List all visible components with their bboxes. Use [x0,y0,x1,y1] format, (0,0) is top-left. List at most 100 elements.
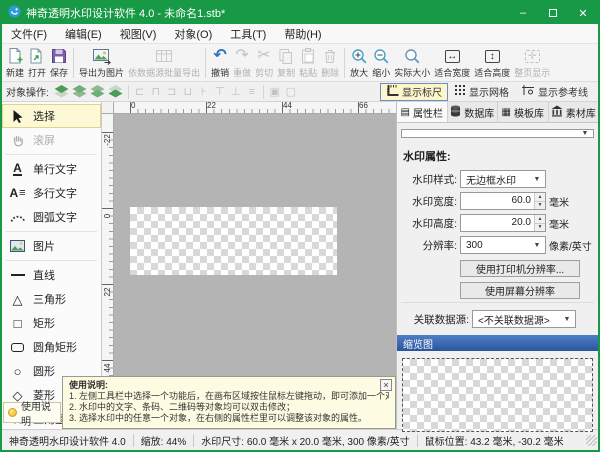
bring-to-front-button[interactable] [53,84,71,100]
send-to-back-button[interactable] [107,84,125,100]
save-button[interactable]: 保存 [48,45,70,81]
watermark-transparent-area[interactable] [130,207,337,275]
open-button[interactable]: 打开 [26,45,48,81]
object-selector-combo[interactable]: ▼ [401,129,594,138]
resize-grip[interactable] [586,435,597,446]
zoom-in-button[interactable]: 放大 [348,45,370,81]
datasource-combo[interactable]: <不关联数据源> ▼ [472,310,576,328]
status-zoom-level: 缩放: 44% [134,433,194,448]
tooltip-close-button[interactable]: × [380,379,392,391]
main-area: 选择 滚屏 A 单行文字 A≡ 多行文字 圆弧文字 图片 [2,102,598,429]
zoom-out-button[interactable]: 缩小 [370,45,392,81]
dpi-unit: 像素/英寸 [549,238,592,253]
use-screen-resolution-button[interactable]: 使用屏幕分辨率 [460,282,580,299]
menu-help[interactable]: 帮助(H) [275,24,330,43]
cut-button[interactable]: ✂ 剪切 [253,45,275,81]
tool-rounded-rectangle[interactable]: 圆角矩形 [2,335,101,359]
align-left-button[interactable]: ⊏ [132,85,148,98]
guides-icon [521,84,535,99]
ungroup-button[interactable]: ▢ [283,85,299,98]
distribute-horizontal-button[interactable]: ⊦ [196,85,212,98]
menu-object[interactable]: 对象(O) [165,24,221,43]
full-page-button[interactable]: ✛ 整页显示 [512,45,552,81]
send-backward-button[interactable] [89,84,107,100]
usage-help-button[interactable]: 使用说明 [3,402,61,423]
undo-icon: ↶ [213,47,226,66]
status-app-name: 神奇透明水印设计软件 4.0 [2,433,133,448]
bring-forward-button[interactable] [71,84,89,100]
show-grid-toggle[interactable]: 显示网格 [448,83,515,101]
tool-single-line-text[interactable]: A 单行文字 [2,157,101,181]
fit-width-button[interactable]: ↔ 适合宽度 [432,45,472,81]
actual-size-button[interactable]: 实际大小 [392,45,432,81]
spin-down-icon[interactable]: ▼ [535,224,545,232]
align-bottom-button[interactable]: ⊔ [180,85,196,98]
tool-image[interactable]: 图片 [2,234,101,258]
watermark-height-spinner[interactable]: 20.0 ▲ ▼ [460,214,546,232]
triangle-icon: △ [9,293,26,306]
align-center-button[interactable]: ⊓ [148,85,164,98]
tool-arc-text[interactable]: 圆弧文字 [2,205,101,229]
tool-select[interactable]: 选择 [2,104,101,128]
database-icon [450,105,461,120]
menubar: 文件(F) 编辑(E) 视图(V) 对象(O) 工具(T) 帮助(H) [2,24,598,44]
watermark-style-combo[interactable]: 无边框水印 ▼ [460,170,546,188]
show-guides-toggle[interactable]: 显示参考线 [515,83,594,101]
tool-multi-line-text[interactable]: A≡ 多行文字 [2,181,101,205]
spin-up-icon[interactable]: ▲ [535,193,545,202]
resolution-combo[interactable]: 300 ▼ [460,236,546,254]
spin-up-icon[interactable]: ▲ [535,215,545,224]
window-title: 神奇透明水印设计软件 4.0 - 未命名1.stb* [26,5,508,21]
menu-tools[interactable]: 工具(T) [221,24,275,43]
tab-materials[interactable]: 素材库 [549,102,599,122]
delete-button[interactable]: 删除 [319,45,341,81]
menu-edit[interactable]: 编辑(E) [56,24,111,43]
maximize-icon [549,9,557,17]
show-ruler-toggle[interactable]: 显示标尺 [380,83,448,101]
tab-templates[interactable]: ▦ 模板库 [498,102,549,122]
status-mouse-position: 鼠标位置: 43.2 毫米, -30.2 毫米 [418,433,571,448]
tool-pan[interactable]: 滚屏 [2,128,101,152]
fit-height-button[interactable]: ↕ 适合高度 [472,45,512,81]
properties-panel: ▤ 属性栏 数据库 ▦ 模板库 素材库 ▼ [396,102,598,429]
tab-properties[interactable]: ▤ 属性栏 [397,102,448,122]
copy-button[interactable]: 复制 [275,45,297,81]
align-right-button[interactable]: ⊐ [164,85,180,98]
menu-view[interactable]: 视图(V) [111,24,166,43]
paste-button[interactable]: 粘贴 [297,45,319,81]
undo-button[interactable]: ↶ 撤销 [209,45,231,81]
watermark-width-spinner[interactable]: 60.0 ▲ ▼ [460,192,546,210]
grid-icon [454,84,466,99]
maximize-button[interactable] [538,2,568,24]
fit-height-icon: ↕ [485,47,500,66]
paste-clipboard-icon [299,47,317,66]
properties-list-icon: ▤ [401,107,410,118]
redo-button[interactable]: ↷ 重做 [231,45,253,81]
batch-export-button[interactable]: 依数据源批量导出 [126,45,202,81]
zoom-out-icon [372,47,390,66]
use-printer-resolution-button[interactable]: 使用打印机分辨率... [460,260,580,277]
tool-line[interactable]: 直线 [2,263,101,287]
open-file-icon [28,47,46,66]
new-button[interactable]: 新建 [4,45,26,81]
align-top-button[interactable]: ⊤ [212,85,228,98]
ruler-corner [102,102,114,114]
main-toolbar: 新建 打开 保存 导出为图片 依数据源批量导出 ↶ 撤销 ↷ 重做 ✂ [2,44,598,82]
export-image-button[interactable]: 导出为图片 [77,45,126,81]
distribute-vertical-button[interactable]: ≡ [244,86,260,98]
horizontal-ruler: 0 22 44 66 [114,102,396,114]
tool-rectangle[interactable]: □ 矩形 [2,311,101,335]
align-vertical-center-button[interactable]: ⊥ [228,85,244,98]
objectbar-separator [263,85,264,99]
close-button[interactable]: ✕ [568,2,598,24]
tool-triangle[interactable]: △ 三角形 [2,287,101,311]
tab-database[interactable]: 数据库 [448,102,499,122]
titlebar: 神奇透明水印设计软件 4.0 - 未命名1.stb* – ✕ [2,2,598,24]
minimize-button[interactable]: – [508,2,538,24]
spin-down-icon[interactable]: ▼ [535,202,545,210]
material-bank-icon [551,105,563,120]
group-button[interactable]: ▣ [267,85,283,98]
status-watermark-size: 水印尺寸: 60.0 毫米 x 20.0 毫米, 300 像素/英寸 [194,433,416,448]
menu-file[interactable]: 文件(F) [2,24,56,43]
toolbar-separator [205,48,206,78]
